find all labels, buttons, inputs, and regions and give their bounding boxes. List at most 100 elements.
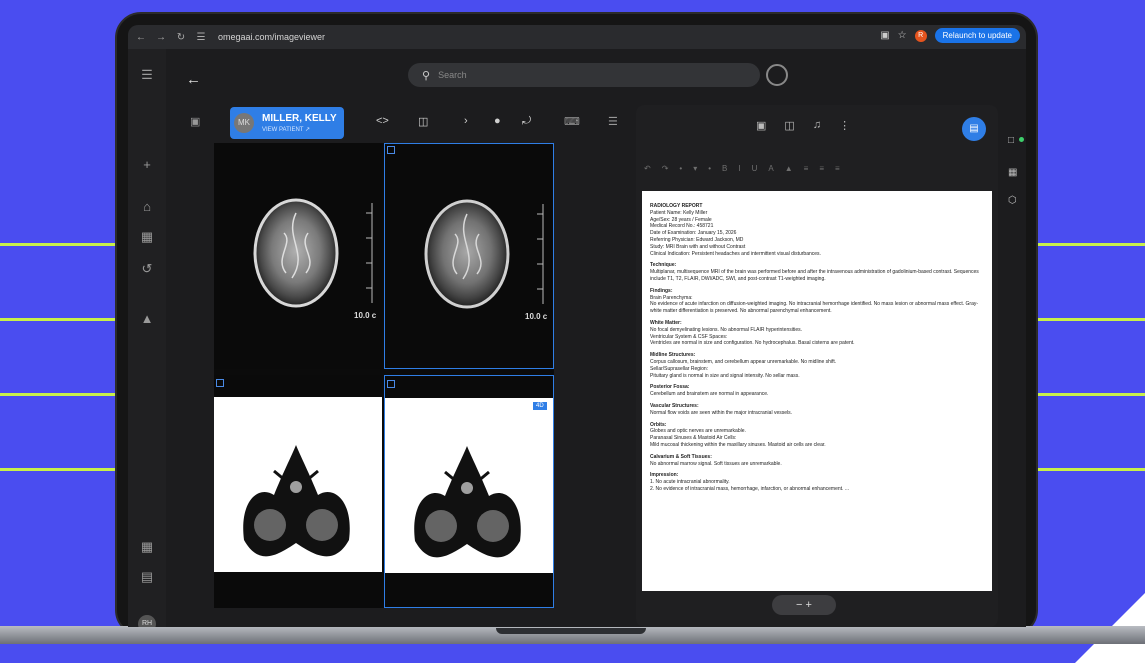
site-settings-icon[interactable]: ☰ — [194, 32, 208, 43]
folder-icon[interactable]: ◫ — [418, 115, 428, 128]
deco-stripe — [0, 243, 118, 246]
code-brackets-icon[interactable]: <> — [376, 115, 389, 127]
report-line: Study: MRI Brain with and without Contra… — [650, 243, 746, 250]
align-icon[interactable]: ≡ — [804, 164, 809, 173]
chevron-right-icon[interactable]: › — [464, 115, 468, 127]
mri-tile-top-right[interactable]: 10.0 c — [384, 143, 554, 369]
search-icon: ⚲ — [422, 69, 431, 82]
arrow-left-icon[interactable]: ← — [186, 71, 201, 88]
viewer-toolbar: MK MILLER, KELLY VIEW PATIENT ↗ <> ◫ › ●… — [214, 107, 556, 141]
deco-stripe — [0, 468, 118, 471]
report-line: Sellar/Suprasellar Region: — [650, 365, 709, 372]
report-line: Cerebellum and brainstem are normal in a… — [650, 391, 769, 398]
mri-tile-bottom-left[interactable] — [214, 375, 382, 608]
report-line: 2. No evidence of intracranial mass, hem… — [650, 485, 849, 492]
building-icon[interactable]: ▦ — [128, 229, 166, 245]
calendar-icon[interactable]: ▦ — [1008, 167, 1017, 178]
image-viewport-grid[interactable]: 10.0 c 10.0 c 4D — [214, 143, 554, 608]
share-icon[interactable]: ⤾ — [522, 115, 531, 128]
report-icon[interactable]: ▤ — [128, 569, 166, 585]
cast-icon[interactable]: ▣ — [880, 30, 889, 41]
report-line: Corpus callosum, brainstem, and cerebell… — [650, 358, 837, 365]
chat-icon[interactable]: □ — [1008, 135, 1014, 146]
report-document[interactable]: RADIOLOGY REPORT Patient Name: Kelly Mill… — [642, 191, 992, 591]
reload-icon[interactable]: ↻ — [174, 32, 188, 43]
report-line: Mild mucosal thickening within the maxil… — [650, 441, 826, 448]
relaunch-button[interactable]: Relaunch to update — [934, 28, 1020, 43]
deco-stripe — [1036, 468, 1145, 471]
report-heading: Midline Structures: — [650, 352, 696, 359]
tile-select-corner — [216, 379, 224, 387]
list-icon[interactable]: ☰ — [608, 115, 618, 128]
redo-icon[interactable]: ↷ — [662, 164, 669, 173]
patient-avatar: MK — [234, 113, 254, 133]
format-toolbar: ↶ ↷ • ▾ • B I U A ▲ ≡ ≡ ≡ — [644, 159, 990, 177]
report-heading: Posterior Fossa: — [650, 384, 690, 391]
microphone-icon[interactable]: ● — [494, 115, 501, 127]
report-line: Age/Sex: 28 years / Female — [650, 216, 712, 223]
report-line: Pituitary gland is normal in size and si… — [650, 372, 800, 379]
report-line: 1. No acute intracranial abnormality. — [650, 479, 730, 486]
report-line: Globes and optic nerves are unremarkable… — [650, 428, 746, 435]
bullet-list-icon[interactable]: ≡ — [819, 164, 824, 173]
tile-select-corner — [387, 146, 395, 154]
keyboard-icon[interactable]: ⌨ — [564, 115, 580, 128]
zoom-control[interactable]: − + — [772, 595, 836, 615]
add-icon[interactable]: + — [128, 157, 166, 172]
scale-label: 10.0 c — [525, 312, 548, 321]
viewer-side-tools: ⌨ ☰ — [558, 107, 618, 607]
folder-icon[interactable]: ◫ — [784, 119, 794, 132]
report-line: Brain Parenchyma: — [650, 294, 693, 301]
patient-card[interactable]: MK MILLER, KELLY VIEW PATIENT ↗ — [230, 107, 344, 139]
image-panel-icon[interactable]: ▣ — [190, 115, 200, 128]
apps-grid-icon[interactable]: ▦ — [128, 539, 166, 555]
undo-icon[interactable]: ↶ — [644, 164, 651, 173]
settings-icon[interactable]: ⬡ — [1008, 195, 1017, 206]
report-line: Ventricular System & CSF Spaces: — [650, 333, 728, 340]
hamburger-icon[interactable]: ☰ — [128, 67, 166, 83]
bold-icon[interactable]: B — [722, 164, 727, 173]
report-line: Medical Record No.: 458721 — [650, 223, 714, 230]
numbered-list-icon[interactable]: ≡ — [835, 164, 840, 173]
address-bar[interactable]: omegaai.com/imageviewer — [218, 32, 325, 42]
app-header: ← ⚲ Search — [166, 49, 1026, 103]
underline-icon[interactable]: U — [752, 164, 758, 173]
highlight-icon[interactable]: ▲ — [785, 164, 793, 173]
browser-forward-icon[interactable]: → — [154, 32, 168, 43]
record-circle-button[interactable] — [766, 64, 788, 86]
search-placeholder: Search — [438, 70, 467, 80]
deco-stripe — [1036, 243, 1145, 246]
font-family-icon[interactable]: ▾ — [693, 164, 697, 173]
report-action-button[interactable]: ▤ — [962, 117, 986, 141]
report-line: Paranasal Sinuses & Mastoid Air Cells: — [650, 435, 737, 442]
bookmark-star-icon[interactable]: ☆ — [898, 30, 907, 41]
font-size-icon[interactable]: • — [679, 164, 682, 173]
profile-avatar[interactable]: R — [914, 29, 927, 42]
browser-actions: ▣ ☆ R Relaunch to update — [880, 28, 1020, 43]
browser-back-icon[interactable]: ← — [134, 32, 148, 43]
history-icon[interactable]: ↺ — [128, 261, 166, 277]
right-rail: □ ▦ ⬡ — [1006, 135, 1026, 255]
view-patient-link[interactable]: VIEW PATIENT ↗ — [262, 126, 310, 133]
italic-icon[interactable]: I — [738, 164, 740, 173]
search-input[interactable]: ⚲ Search — [408, 63, 760, 87]
report-line: Multiplanar, multisequence MRI of the br… — [650, 269, 979, 282]
mri-tile-top-left[interactable]: 10.0 c — [214, 143, 382, 369]
graduation-cap-icon[interactable]: ▲ — [128, 311, 166, 326]
laptop-screen: ← → ↻ ☰ omegaai.com/imageviewer ▣ ☆ R Re… — [128, 25, 1026, 627]
mri-threshold-image — [385, 398, 553, 573]
deco-stripe — [0, 393, 118, 396]
text-color-icon[interactable]: A — [768, 164, 773, 173]
home-icon[interactable]: ⌂ — [128, 199, 166, 214]
deco-stripe — [0, 318, 118, 321]
user-avatar[interactable]: RH — [138, 615, 156, 627]
dictation-icon[interactable]: ♫ — [813, 119, 821, 132]
mri-axial-image — [424, 199, 544, 309]
paragraph-icon[interactable]: • — [708, 164, 711, 173]
more-options-icon[interactable]: ⋮ — [839, 119, 850, 132]
deco-stripe — [1036, 318, 1145, 321]
mri-tile-bottom-right[interactable]: 4D — [384, 375, 554, 608]
tile-badge: 4D — [533, 402, 547, 410]
report-line: Patient Name: Kelly Miller — [650, 209, 708, 216]
template-icon[interactable]: ▣ — [756, 119, 766, 132]
